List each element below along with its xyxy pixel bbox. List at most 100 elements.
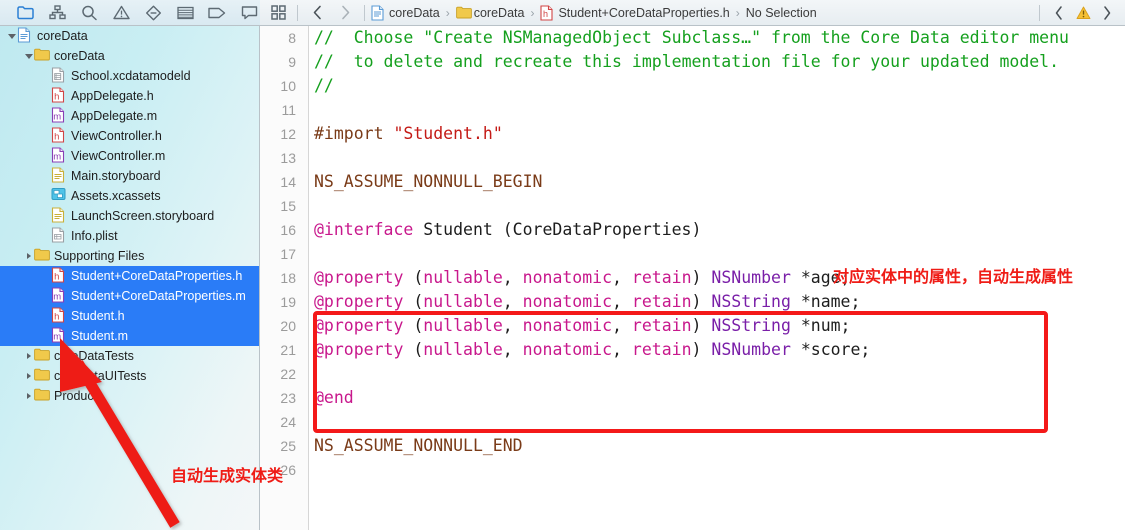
- previous-issue-button[interactable]: [1045, 1, 1073, 25]
- folder-icon: [34, 247, 50, 265]
- code-line[interactable]: 8 // Choose "Create NSManagedObject Subcl…: [260, 26, 1125, 50]
- properties-annotation-text: 对应实体中的属性，自动生成属性: [833, 267, 1074, 286]
- breadcrumb-item-selection[interactable]: No Selection: [745, 6, 818, 20]
- impl-file-icon: m: [51, 327, 67, 345]
- warning-triangle-icon[interactable]: [110, 1, 132, 25]
- file-tree-item-coredatauitests[interactable]: coreDataUITests: [0, 366, 259, 386]
- chevron-down-icon[interactable]: [6, 26, 17, 46]
- file-tree-item-student-h[interactable]: h Student.h: [0, 306, 259, 326]
- warning-triangle-icon[interactable]: [1073, 1, 1093, 25]
- code-token: nullable: [423, 316, 503, 335]
- folder-icon[interactable]: [14, 1, 36, 25]
- tag-icon[interactable]: [206, 1, 228, 25]
- file-tree-item-main-storyboard[interactable]: Main.storyboard: [0, 166, 259, 186]
- file-tree-item-label: AppDelegate.m: [71, 109, 158, 123]
- code-line[interactable]: 26: [260, 458, 1125, 482]
- code-line[interactable]: 16 @interface Student (CoreDataProperties…: [260, 218, 1125, 242]
- code-line[interactable]: 20 @property (nullable, nonatomic, retain…: [260, 314, 1125, 338]
- code-line[interactable]: 13: [260, 146, 1125, 170]
- file-tree-item-assets-xcassets[interactable]: Assets.xcassets: [0, 186, 259, 206]
- code-token: NSNumber: [711, 340, 791, 359]
- code-line[interactable]: 25 NS_ASSUME_NONNULL_END: [260, 434, 1125, 458]
- svg-text:h: h: [54, 91, 59, 102]
- storyboard-file-icon: [51, 167, 67, 185]
- file-tree-item-coredata[interactable]: coreData: [0, 26, 259, 46]
- breadcrumb-item-project[interactable]: coreData: [370, 4, 441, 21]
- svg-text:m: m: [53, 111, 61, 122]
- code-line[interactable]: 10 //: [260, 74, 1125, 98]
- chevron-right-icon[interactable]: [23, 366, 34, 386]
- svg-text:m: m: [53, 331, 61, 342]
- line-number: 18: [280, 270, 296, 286]
- code-line-text: #import "Student.h": [304, 122, 1099, 146]
- code-line-text: // Choose "Create NSManagedObject Subcla…: [304, 26, 1099, 50]
- code-line[interactable]: 15: [260, 194, 1125, 218]
- file-tree-item-viewcontroller-m[interactable]: m ViewController.m: [0, 146, 259, 166]
- list-icon[interactable]: [174, 1, 196, 25]
- next-issue-button[interactable]: [1093, 1, 1121, 25]
- search-icon[interactable]: [78, 1, 100, 25]
- forward-button[interactable]: [331, 1, 359, 25]
- back-button[interactable]: [303, 1, 331, 25]
- code-token: retain: [631, 316, 692, 335]
- file-tree-item-info-plist[interactable]: Info.plist: [0, 226, 259, 246]
- file-tree-item-coredatatests[interactable]: coreDataTests: [0, 346, 259, 366]
- svg-text:h: h: [54, 271, 59, 282]
- plist-file-icon: [51, 227, 67, 245]
- file-tree-item-student-m[interactable]: m Student.m: [0, 326, 259, 346]
- code-line[interactable]: 9 // to delete and recreate this implemen…: [260, 50, 1125, 74]
- file-tree-item-student-coredataproperties-m[interactable]: m Student+CoreDataProperties.m: [0, 286, 259, 306]
- code-line[interactable]: 24: [260, 410, 1125, 434]
- code-token: *num;: [790, 316, 851, 335]
- code-line[interactable]: 11: [260, 98, 1125, 122]
- code-line[interactable]: 14 NS_ASSUME_NONNULL_BEGIN: [260, 170, 1125, 194]
- line-number: 16: [280, 222, 296, 238]
- breadcrumb: coreData › coreData › h Student+CoreData…: [370, 0, 818, 26]
- breadcrumb-item-file[interactable]: h Student+CoreDataProperties.h: [539, 4, 730, 21]
- file-tree-item-viewcontroller-h[interactable]: h ViewController.h: [0, 126, 259, 146]
- code-token: ,: [612, 268, 632, 287]
- project-file-icon: [371, 4, 385, 21]
- line-number: 15: [280, 198, 296, 214]
- header-file-icon: h: [51, 267, 67, 285]
- file-tree-item-school-xcdatamodeld[interactable]: School.xcdatamodeld: [0, 66, 259, 86]
- chevron-right-icon[interactable]: [23, 346, 34, 366]
- chevron-right-icon[interactable]: [23, 386, 34, 406]
- code-line[interactable]: 23 @end: [260, 386, 1125, 410]
- chevron-down-icon[interactable]: [23, 46, 34, 66]
- line-number: 21: [280, 342, 296, 358]
- code-line[interactable]: 19 @property (nullable, nonatomic, retain…: [260, 290, 1125, 314]
- file-tree-item-appdelegate-m[interactable]: m AppDelegate.m: [0, 106, 259, 126]
- file-tree-item-label: Info.plist: [71, 229, 118, 243]
- code-token: nullable: [423, 268, 503, 287]
- code-token: ,: [502, 268, 523, 287]
- file-tree-item-coredata[interactable]: coreData: [0, 46, 259, 66]
- diamond-minus-icon[interactable]: [142, 1, 164, 25]
- code-line[interactable]: 21 @property (nullable, nonatomic, retain…: [260, 338, 1125, 362]
- entity-annotation-text: 自动生成实体类: [171, 466, 284, 485]
- code-line[interactable]: 22: [260, 362, 1125, 386]
- breadcrumb-item-group[interactable]: coreData: [455, 5, 526, 21]
- project-navigator[interactable]: coreData coreData School.xcdatamodeld h AppD…: [0, 26, 260, 530]
- line-number: 17: [280, 246, 296, 262]
- file-tree-item-launchscreen-storyboard[interactable]: LaunchScreen.storyboard: [0, 206, 259, 226]
- file-tree-item-appdelegate-h[interactable]: h AppDelegate.h: [0, 86, 259, 106]
- report-icon[interactable]: [238, 1, 260, 25]
- code-line[interactable]: 12 #import "Student.h": [260, 122, 1125, 146]
- file-tree-item-student-coredataproperties-h[interactable]: h Student+CoreDataProperties.h: [0, 266, 259, 286]
- hierarchy-icon[interactable]: [46, 1, 68, 25]
- grid-icon[interactable]: [264, 1, 292, 25]
- chevron-right-icon[interactable]: [23, 246, 34, 266]
- code-token: ): [691, 268, 712, 287]
- file-tree-item-supporting-files[interactable]: Supporting Files: [0, 246, 259, 266]
- folder-icon: [34, 347, 50, 365]
- file-tree-item-products[interactable]: Products: [0, 386, 259, 406]
- code-content[interactable]: 8 // Choose "Create NSManagedObject Subcl…: [260, 26, 1125, 482]
- code-token: ,: [502, 316, 523, 335]
